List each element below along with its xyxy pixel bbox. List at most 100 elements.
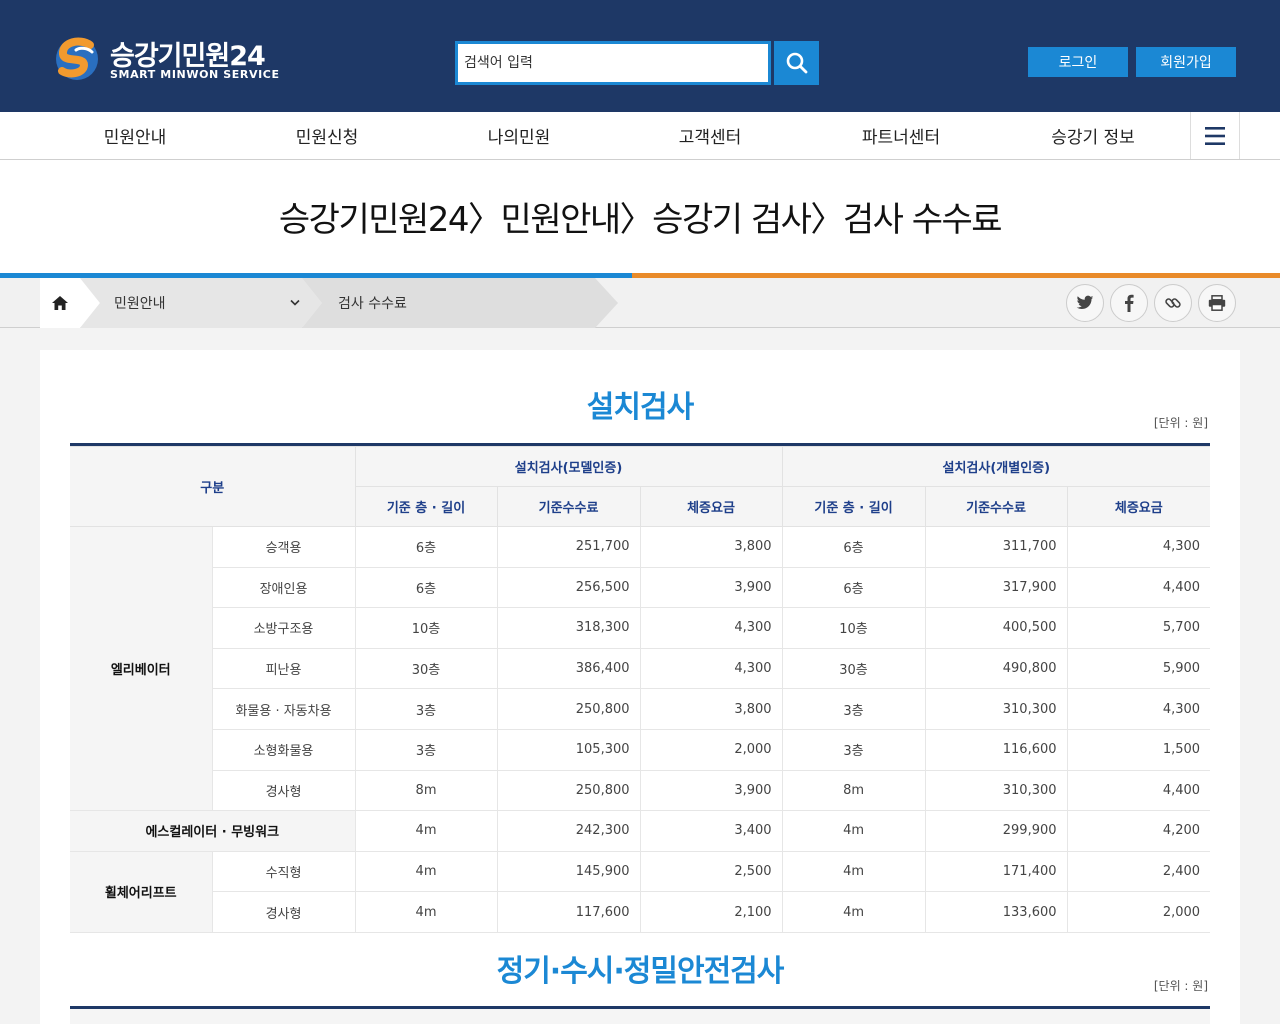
nav-item-elevator-info[interactable]: 승강기 정보	[998, 112, 1188, 159]
model-extra-fee: 2,500	[639, 850, 783, 893]
nav-item-civil-guide[interactable]: 민원안내	[40, 112, 230, 159]
model-base-fee: 250,800	[496, 769, 641, 812]
row-subtype: 소형화물용	[212, 728, 356, 771]
table-row: 경사형 8m 250,800 3,900 8m 310,300 4,400	[70, 769, 1211, 812]
individual-floor: 3층	[781, 688, 926, 730]
share-facebook-button[interactable]	[1110, 284, 1148, 322]
home-icon	[52, 296, 68, 310]
signup-button[interactable]: 회원가입	[1136, 47, 1236, 77]
header-model-cert: 설치검사(모델인증)	[354, 446, 783, 487]
chevron-down-icon	[290, 299, 300, 306]
individual-floor: 8m	[781, 769, 926, 812]
breadcrumb: 민원안내 검사 수수료	[0, 278, 1280, 328]
installation-fee-table: 구분 설치검사(모델인증) 설치검사(개별인증) 기준 층 · 길이 기준수수료…	[70, 446, 1211, 933]
content-panel: 설치검사 [단위 : 원] 구분 설치검사(모델인증) 설치검사(개별인증) 기…	[40, 350, 1240, 1024]
model-base-fee: 318,300	[496, 607, 641, 649]
header-individual-base-fee: 기준수수료	[924, 486, 1068, 527]
individual-floor: 6층	[781, 566, 926, 609]
model-floor: 8m	[354, 769, 498, 812]
breadcrumb-home[interactable]	[40, 278, 80, 328]
model-extra-fee: 3,900	[639, 769, 783, 812]
individual-floor: 4m	[781, 810, 926, 852]
table-row: 엘리베이터 승객용 6층 251,700 3,800 6층 311,700 4,…	[70, 525, 1211, 812]
print-button[interactable]	[1198, 284, 1236, 322]
site-logo[interactable]: 승강기민원24 SMART MINWON SERVICE	[54, 34, 279, 84]
model-base-fee: 250,800	[496, 688, 641, 730]
individual-base-fee: 171,400	[924, 850, 1068, 893]
share-twitter-button[interactable]	[1066, 284, 1104, 322]
page-title-area: 승강기민원24〉민원안내〉승강기 검사〉검사 수수료	[0, 160, 1280, 274]
model-floor: 4m	[354, 810, 498, 852]
model-base-fee: 251,700	[496, 526, 641, 568]
table-row: 휠체어리프트 수직형 4m 145,900 2,500 4m 171,400 2…	[70, 850, 1211, 933]
individual-extra-fee: 2,400	[1066, 850, 1211, 893]
model-extra-fee: 3,900	[639, 566, 783, 609]
logo-subtitle: SMART MINWON SERVICE	[110, 68, 280, 81]
header-model-floor: 기준 층 · 길이	[355, 486, 498, 527]
individual-extra-fee: 2,000	[1066, 891, 1211, 933]
breadcrumb-level2[interactable]: 검사 수수료	[338, 278, 407, 328]
table-row: 장애인용 6층 256,500 3,900 6층 317,900 4,400	[70, 566, 1211, 609]
nav-item-partner-center[interactable]: 파트너센터	[806, 112, 996, 159]
search-icon	[786, 52, 807, 74]
breadcrumb-level1[interactable]: 민원안내	[114, 278, 304, 328]
model-extra-fee: 3,800	[639, 688, 783, 730]
table-row: 경사형 4m 117,600 2,100 4m 133,600 2,000	[70, 891, 1211, 933]
individual-floor: 4m	[781, 891, 926, 933]
category-wheelchair-lift: 휠체어리프트	[70, 850, 213, 933]
model-base-fee: 105,300	[496, 728, 641, 771]
row-subtype: 수직형	[211, 850, 356, 893]
individual-extra-fee: 5,700	[1066, 607, 1211, 649]
individual-floor: 30층	[781, 647, 926, 690]
model-floor: 10층	[354, 607, 498, 649]
nav-item-my-civil[interactable]: 나의민원	[424, 112, 614, 159]
logo-mark-icon	[56, 37, 98, 80]
category-elevator: 엘리베이터	[70, 525, 213, 812]
individual-base-fee: 311,700	[924, 526, 1068, 568]
unit-label-2: [단위 : 원]	[1153, 979, 1208, 993]
search-input[interactable]	[455, 41, 771, 85]
header-individual-floor: 기준 층 · 길이	[781, 486, 926, 527]
model-extra-fee: 4,300	[639, 607, 783, 649]
model-floor: 3층	[354, 688, 498, 730]
header-individual-extra-fee: 체증요금	[1066, 486, 1211, 527]
nav-item-civil-apply[interactable]: 민원신청	[232, 112, 422, 159]
individual-base-fee: 317,900	[924, 566, 1068, 609]
header-model-extra-fee: 체증요금	[639, 486, 783, 527]
periodic-inspection-table	[70, 1009, 1210, 1024]
individual-base-fee: 133,600	[924, 891, 1068, 933]
nav-item-customer-center[interactable]: 고객센터	[615, 112, 805, 159]
model-base-fee: 256,500	[496, 566, 641, 609]
copy-link-button[interactable]	[1154, 284, 1192, 322]
model-base-fee: 242,300	[496, 810, 641, 852]
model-floor: 6층	[354, 526, 498, 568]
link-icon	[1165, 298, 1181, 308]
search-button[interactable]	[774, 41, 819, 85]
model-extra-fee: 3,800	[639, 526, 783, 568]
model-extra-fee: 2,000	[639, 728, 783, 771]
row-subtype: 소방구조용	[212, 607, 356, 649]
row-subtype: 승객용	[211, 526, 356, 568]
individual-floor: 6층	[781, 526, 926, 568]
individual-floor: 10층	[781, 607, 926, 649]
individual-extra-fee: 4,300	[1066, 526, 1211, 568]
row-subtype: 경사형	[212, 891, 356, 933]
model-floor: 4m	[354, 891, 498, 933]
hamburger-menu-icon	[1205, 126, 1225, 145]
header-model-base-fee: 기준수수료	[496, 486, 641, 527]
individual-extra-fee: 1,500	[1066, 728, 1211, 771]
all-menu-button[interactable]	[1190, 112, 1240, 159]
individual-base-fee: 490,800	[924, 647, 1068, 690]
header-individual-cert: 설치검사(개별인증)	[781, 446, 1211, 487]
table-row: 피난용 30층 386,400 4,300 30층 490,800 5,900	[70, 647, 1211, 690]
model-floor: 4m	[354, 850, 498, 893]
twitter-icon	[1076, 295, 1094, 309]
individual-extra-fee: 5,900	[1066, 647, 1211, 690]
model-extra-fee: 4,300	[639, 647, 783, 690]
table-row: 소형화물용 3층 105,300 2,000 3층 116,600 1,500	[70, 728, 1211, 771]
login-button[interactable]: 로그인	[1028, 47, 1128, 77]
breadcrumb-level2-label: 검사 수수료	[338, 296, 407, 312]
individual-extra-fee: 4,300	[1066, 688, 1211, 730]
model-base-fee: 386,400	[496, 647, 641, 690]
model-floor: 30층	[354, 647, 498, 690]
